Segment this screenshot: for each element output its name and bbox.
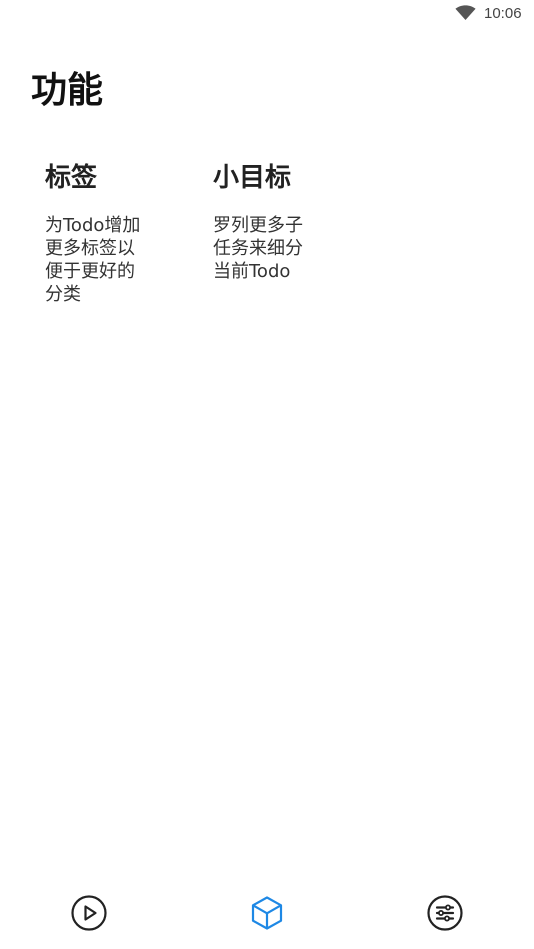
- feature-card-subgoals[interactable]: 小目标 罗列更多子任务来细分当前Todo: [213, 160, 333, 283]
- feature-title: 小目标: [213, 163, 292, 193]
- feature-title: 标签: [45, 163, 98, 193]
- nav-item-features[interactable]: [245, 891, 289, 935]
- cube-icon: [251, 896, 283, 930]
- wifi-icon: [455, 5, 476, 20]
- status-bar: 10:06: [0, 0, 534, 28]
- feature-card-tags[interactable]: 标签 为Todo增加更多标签以便于更好的分类: [45, 160, 165, 306]
- page-title: 功能: [31, 70, 104, 111]
- feature-description: 为Todo增加更多标签以便于更好的分类: [45, 215, 141, 305]
- play-circle-icon: [71, 895, 107, 931]
- nav-item-settings[interactable]: [423, 891, 467, 935]
- status-time: 10:06: [484, 5, 522, 22]
- settings-list-icon: [427, 895, 463, 931]
- nav-item-play[interactable]: [67, 891, 111, 935]
- feature-description: 罗列更多子任务来细分当前Todo: [213, 215, 303, 282]
- bottom-navigation: [0, 879, 534, 949]
